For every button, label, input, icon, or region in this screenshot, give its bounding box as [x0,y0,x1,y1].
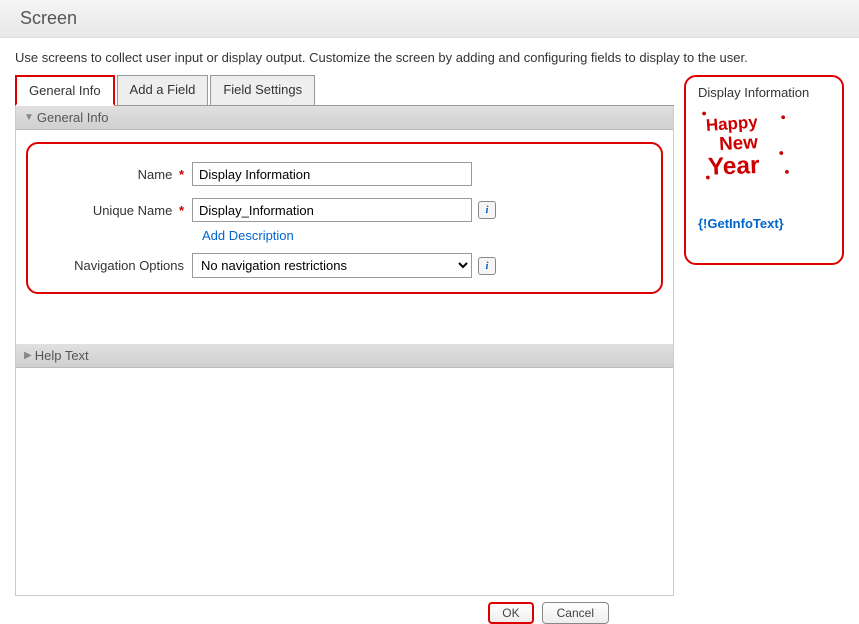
section-help-text-header[interactable]: ▶ Help Text [16,344,673,368]
section-help-text-label: Help Text [35,348,89,363]
preview-image: Happy New Year [698,106,793,186]
help-text-section: ▶ Help Text [16,344,673,368]
nav-options-label: Navigation Options [42,258,192,273]
footer-buttons: OK Cancel [0,596,859,624]
preview-placeholder-text: {!GetInfoText} [698,216,830,231]
collapse-down-icon: ▼ [24,112,34,123]
svg-text:Year: Year [707,152,760,181]
svg-text:New: New [719,131,759,154]
tab-field-settings[interactable]: Field Settings [210,75,315,105]
page-title: Screen [20,8,839,29]
nav-options-select[interactable]: No navigation restrictions [192,253,472,278]
tab-bar: General Info Add a Field Field Settings [15,75,674,106]
general-info-field-group: Name * Unique Name * i Add Description [26,142,663,294]
nav-options-field-row: Navigation Options No navigation restric… [42,253,647,278]
left-panel: General Info Add a Field Field Settings … [15,75,674,596]
page-description: Use screens to collect user input or dis… [0,38,859,75]
unique-name-input[interactable] [192,198,472,222]
tab-general-info[interactable]: General Info [15,75,115,106]
preview-panel: Display Information Happy New Year {!Get… [684,75,844,265]
name-label: Name * [42,167,192,182]
name-input[interactable] [192,162,472,186]
required-icon: * [179,167,184,182]
unique-name-field-row: Unique Name * i [42,198,647,222]
tab-add-a-field[interactable]: Add a Field [117,75,209,105]
add-description-link[interactable]: Add Description [202,228,647,243]
unique-name-label: Unique Name * [42,203,192,218]
section-general-info-label: General Info [37,110,109,125]
page-header: Screen [0,0,859,38]
main-area: General Info Add a Field Field Settings … [0,75,859,596]
name-field-row: Name * [42,162,647,186]
section-general-info-header[interactable]: ▼ General Info [16,106,673,130]
required-icon: * [179,203,184,218]
panel-body: ▼ General Info Name * Unique Name [15,106,674,596]
info-icon[interactable]: i [478,257,496,275]
preview-title: Display Information [698,85,830,100]
info-icon[interactable]: i [478,201,496,219]
happy-new-year-icon: Happy New Year [698,106,793,186]
collapse-right-icon: ▶ [24,350,32,361]
